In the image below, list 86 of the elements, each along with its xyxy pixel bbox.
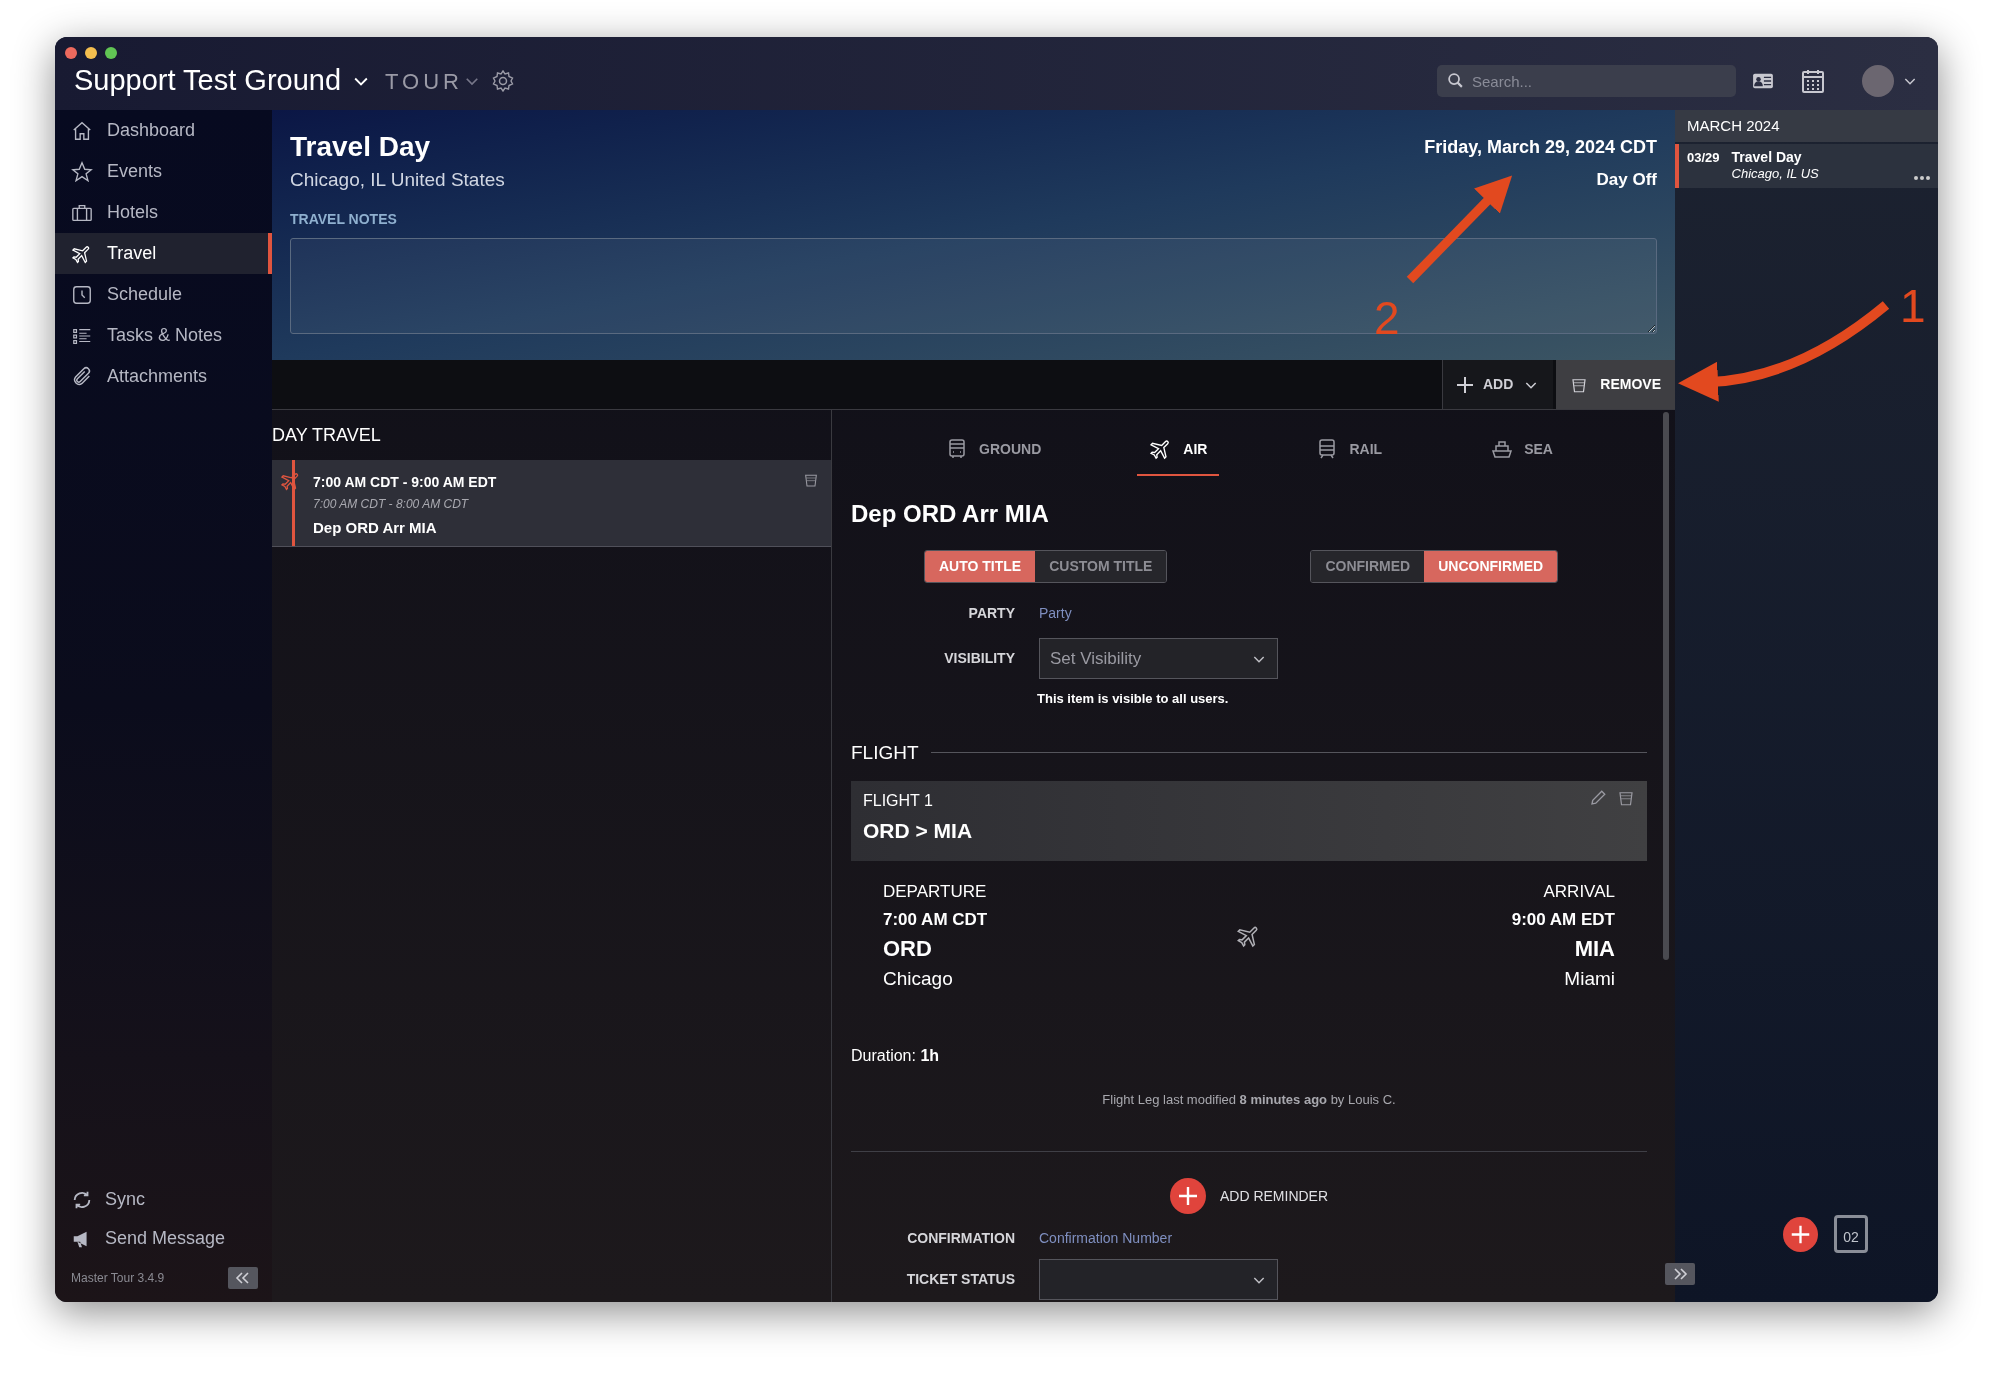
endpoint-label: DEPARTURE xyxy=(883,881,987,903)
more-icon[interactable] xyxy=(1914,176,1930,180)
add-button[interactable]: ADD xyxy=(1441,360,1554,409)
travel-time: 7:00 AM CDT - 9:00 AM EDT xyxy=(313,473,498,492)
visibility-note: This item is visible to all users. xyxy=(1037,690,1230,708)
travel-list-item[interactable]: 7:00 AM CDT - 9:00 AM EDT 7:00 AM CDT - 8:00 AM CDT Dep ORD Arr MIA xyxy=(272,460,831,547)
page-date: Friday, March 29, 2024 CDT xyxy=(1424,136,1657,159)
notes-label: TRAVEL NOTES xyxy=(290,209,398,229)
event-date: 03/29 xyxy=(1687,149,1720,167)
calendar-icon[interactable] xyxy=(1802,69,1824,93)
annotation-number: 2 xyxy=(1374,291,1400,346)
sidebar-item[interactable]: Schedule xyxy=(55,274,272,315)
avatar[interactable] xyxy=(1862,65,1894,97)
city-name: Miami xyxy=(1564,967,1615,991)
confirmation-field[interactable]: Confirmation Number xyxy=(1039,1228,1173,1249)
toggle-option[interactable]: UNCONFIRMED xyxy=(1424,551,1558,582)
travel-local-time: 7:00 AM CDT - 8:00 AM CDT xyxy=(313,496,470,513)
clock-icon xyxy=(71,283,93,306)
search-field[interactable]: Search... xyxy=(1437,65,1736,97)
app-version: Master Tour 3.4.9 xyxy=(71,1270,165,1287)
expand-panel-button[interactable] xyxy=(1665,1263,1695,1285)
calendar-day-button[interactable]: 02 xyxy=(1834,1215,1868,1253)
flight-label: FLIGHT 1 xyxy=(863,791,934,811)
trash-icon[interactable] xyxy=(1617,789,1635,807)
flight-duration: Duration: 1h xyxy=(851,1045,941,1066)
endpoint-time: 7:00 AM CDT xyxy=(883,908,988,931)
airport-code: ORD xyxy=(883,935,932,963)
trash-icon[interactable] xyxy=(803,472,819,488)
section-heading: DAY TRAVEL xyxy=(272,423,382,447)
month-header: MARCH 2024 xyxy=(1675,110,1938,142)
sidebar-item[interactable]: Hotels xyxy=(55,192,272,233)
workspace-title[interactable]: Support Test Ground xyxy=(74,59,342,103)
sidebar-item[interactable]: Attachments xyxy=(55,356,272,397)
visibility-select[interactable]: Set Visibility xyxy=(1039,638,1278,679)
plus-icon xyxy=(1456,376,1473,393)
add-event-icon[interactable] xyxy=(1783,1216,1818,1252)
transport-tab[interactable]: AIR xyxy=(1137,424,1220,476)
day-type: Day Off xyxy=(1596,169,1657,191)
section-heading: FLIGHT xyxy=(851,740,919,765)
transport-tab[interactable]: SEA xyxy=(1478,424,1565,476)
field-label: TICKET STATUS xyxy=(905,1270,1015,1289)
zoom-window-button[interactable] xyxy=(105,47,117,59)
close-window-button[interactable] xyxy=(65,47,77,59)
star-icon xyxy=(71,160,93,183)
add-reminder-button[interactable]: ADD REMINDER xyxy=(1169,1178,1329,1214)
contact-card-icon[interactable] xyxy=(1752,72,1774,90)
paperclip-icon xyxy=(71,365,93,388)
annotation-number: 1 xyxy=(1900,279,1926,334)
minimize-window-button[interactable] xyxy=(85,47,97,59)
toggle-option[interactable]: CUSTOM TITLE xyxy=(1035,551,1167,582)
sidebar-item[interactable]: Sync xyxy=(55,1180,272,1219)
pencil-icon[interactable] xyxy=(1589,789,1607,807)
sidebar-item[interactable]: Events xyxy=(55,151,272,192)
toggle-option[interactable]: CONFIRMED xyxy=(1311,551,1425,582)
page-location: Chicago, IL United States xyxy=(290,168,505,192)
page-title: Travel Day xyxy=(290,130,432,164)
city-name: Chicago xyxy=(883,967,953,991)
plus-icon[interactable] xyxy=(1169,1178,1206,1214)
sidebar-item[interactable]: Travel xyxy=(55,233,272,274)
sidebar-item[interactable]: Tasks & Notes xyxy=(55,315,272,356)
travel-title: Dep ORD Arr MIA xyxy=(313,518,438,538)
event-location: Chicago, IL US xyxy=(1731,166,1819,182)
collapse-sidebar-button[interactable] xyxy=(228,1267,258,1289)
endpoint-time: 9:00 AM EDT xyxy=(1511,908,1615,931)
event-title: Travel Day xyxy=(1731,148,1803,166)
house-icon xyxy=(71,119,93,142)
field-label: CONFIRMATION xyxy=(906,1229,1015,1248)
calendar-event[interactable]: 03/29 Travel Day Chicago, IL US xyxy=(1675,144,1938,188)
field-label: PARTY xyxy=(967,604,1015,623)
transport-tab[interactable]: GROUND xyxy=(933,424,1054,476)
brand-logo: TOUR xyxy=(385,67,463,96)
endpoint-label: ARRIVAL xyxy=(1543,881,1615,903)
notes-field[interactable] xyxy=(290,237,1657,334)
modified-note: Flight Leg last modified 8 minutes ago by Louis C. xyxy=(1102,1090,1396,1109)
transport-tab[interactable]: RAIL xyxy=(1303,424,1395,476)
toggle-option[interactable]: AUTO TITLE xyxy=(925,551,1036,582)
airport-code: MIA xyxy=(1574,935,1615,963)
travel-title: Dep ORD Arr MIA xyxy=(851,499,1050,529)
settings-icon[interactable] xyxy=(491,69,515,93)
remove-button[interactable]: REMOVE xyxy=(1556,360,1675,409)
sidebar-item[interactable]: Send Message xyxy=(55,1219,272,1258)
scrollbar[interactable] xyxy=(1663,412,1669,960)
field-label: VISIBILITY xyxy=(943,649,1015,668)
sidebar-item[interactable]: Dashboard xyxy=(55,110,272,151)
flight-route: ORD > MIA xyxy=(863,818,973,844)
party-field[interactable]: Party xyxy=(1039,603,1072,624)
